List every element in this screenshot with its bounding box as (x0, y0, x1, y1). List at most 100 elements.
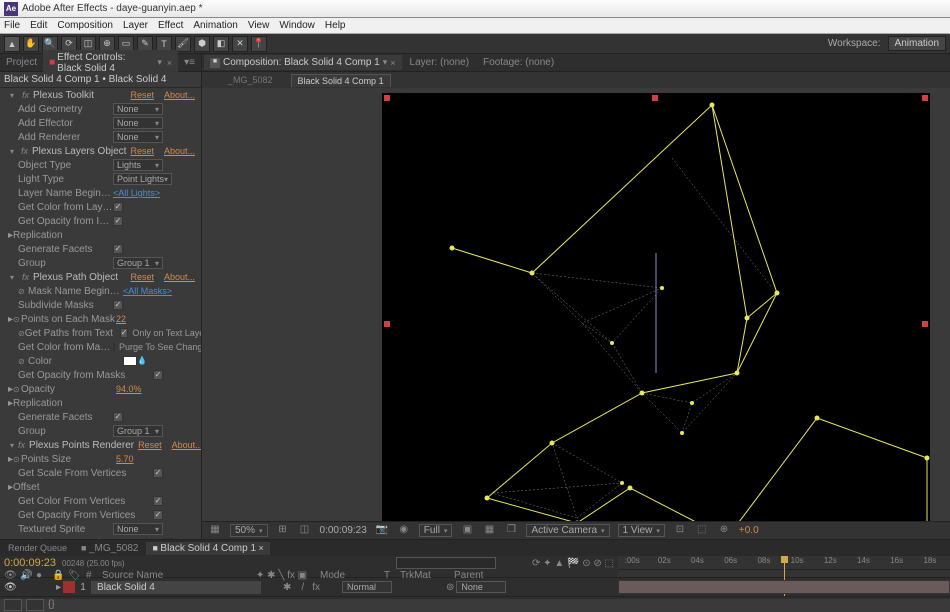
views-dd[interactable]: 1 View (618, 524, 665, 537)
menu-effect[interactable]: Effect (158, 20, 183, 31)
roi-icon[interactable]: ▣ (460, 524, 474, 538)
mask-name-link[interactable]: <All Masks> (123, 286, 172, 296)
project-tab[interactable]: Project (0, 55, 43, 70)
layer-tab[interactable]: Layer: (none) (404, 55, 475, 70)
mask-icon[interactable]: ◫ (298, 524, 312, 538)
menu-layer[interactable]: Layer (123, 20, 148, 31)
selection-tool[interactable]: ▲ (4, 36, 20, 52)
stamp-tool[interactable]: ⬢ (194, 36, 210, 52)
menu-view[interactable]: View (248, 20, 270, 31)
opacity-int-chk[interactable]: ✓ (113, 216, 123, 226)
layer-duration-bar[interactable] (618, 580, 950, 594)
points-val[interactable]: 22 (116, 314, 126, 324)
col-trkmat[interactable]: TrkMat (400, 570, 450, 581)
opacity-masks-chk[interactable]: ✓ (153, 370, 163, 380)
render-queue-tab[interactable]: Render Queue (2, 542, 73, 554)
frame-info: 00248 (25.00 fps) (62, 559, 125, 568)
menu-animation[interactable]: Animation (193, 20, 237, 31)
resolution-dd[interactable]: Full (419, 524, 453, 537)
menu-composition[interactable]: Composition (57, 20, 113, 31)
menubar: File Edit Composition Layer Effect Anima… (0, 18, 950, 34)
plexus-points-header[interactable]: ▾fxPlexus Points RendererResetAbout... (0, 438, 201, 452)
color-verts-chk[interactable]: ✓ (153, 496, 163, 506)
color-layers-chk[interactable]: ✓ (113, 202, 123, 212)
eraser-tool[interactable]: ◧ (213, 36, 229, 52)
left-panel: Project ■Effect Controls: Black Solid 4▾… (0, 54, 202, 539)
transparency-icon[interactable]: ▦ (482, 524, 496, 538)
camera-dd[interactable]: Active Camera (526, 524, 609, 537)
add-effector-dd[interactable]: None (113, 117, 163, 129)
col-source-name[interactable]: Source Name (102, 570, 252, 581)
layer-name[interactable]: Black Solid 4 (91, 581, 261, 594)
layer-color-label[interactable] (63, 581, 75, 593)
3d-icon[interactable]: ❒ (504, 524, 518, 538)
menu-help[interactable]: Help (325, 20, 346, 31)
timecode-display[interactable]: 0:00:09:23 (320, 525, 367, 536)
add-renderer-dd[interactable]: None (113, 131, 163, 143)
hand-tool[interactable]: ✋ (23, 36, 39, 52)
add-effector-label: Add Effector (18, 118, 113, 129)
subtab-bs[interactable]: Black Solid 4 Comp 1 (291, 74, 391, 87)
visibility-toggle[interactable]: 👁 (4, 582, 16, 593)
opacity-val[interactable]: 94.0% (116, 384, 142, 394)
footage-tab[interactable]: Footage: (none) (477, 55, 560, 70)
subtab-mg[interactable]: _MG_5082 (222, 74, 279, 86)
parent-dd[interactable]: None (456, 581, 506, 593)
composition-canvas (382, 93, 930, 521)
current-time[interactable]: 0:00:09:23 (4, 557, 56, 569)
add-geometry-label: Add Geometry (18, 104, 113, 115)
alpha-icon[interactable]: ▦ (208, 524, 222, 538)
composition-tab[interactable]: ■Composition: Black Solid 4 Comp 1▾× (204, 55, 402, 70)
menu-edit[interactable]: Edit (30, 20, 47, 31)
window-titlebar: Ae Adobe After Effects - daye-guanyin.ae… (0, 0, 950, 18)
scale-verts-chk[interactable]: ✓ (153, 468, 163, 478)
col-parent[interactable]: Parent (454, 570, 483, 581)
points-size-val[interactable]: 5.70 (116, 454, 134, 464)
col-mode[interactable]: Mode (320, 570, 380, 581)
workspace-label: Workspace: (828, 38, 881, 49)
plexus-toolkit-header[interactable]: ▾fxPlexus ToolkitResetAbout... (0, 88, 201, 102)
tl-tab-bs[interactable]: ■ Black Solid 4 Comp 1 × (146, 542, 269, 555)
panel-menu-icon[interactable]: ▾≡ (178, 55, 201, 70)
sprite-dd[interactable]: None (113, 523, 163, 535)
timeline-panel: Render Queue ■ _MG_5082 ■ Black Solid 4 … (0, 539, 950, 599)
subdivide-chk[interactable]: ✓ (113, 300, 123, 310)
blend-mode-dd[interactable]: Normal (342, 581, 392, 593)
effects-list: ▾fxPlexus ToolkitResetAbout... Add Geome… (0, 88, 201, 539)
puppet-tool[interactable]: 📍 (251, 36, 267, 52)
group-dd[interactable]: Group 1 (113, 257, 163, 269)
zoom-dd[interactable]: 50% (230, 524, 268, 537)
window-title: Adobe After Effects - daye-guanyin.aep * (22, 3, 203, 14)
opacity-verts-chk[interactable]: ✓ (153, 510, 163, 520)
roto-tool[interactable]: ✕ (232, 36, 248, 52)
safe-zones-icon[interactable]: ⊞ (276, 524, 290, 538)
toggle-modes[interactable] (26, 599, 44, 611)
menu-file[interactable]: File (4, 20, 20, 31)
plexus-path-header[interactable]: ▾fxPlexus Path ObjectResetAbout... (0, 270, 201, 284)
gen-facets-chk[interactable]: ✓ (113, 244, 123, 254)
layer-name-link[interactable]: <All Lights> (113, 188, 160, 198)
color-masks-chk[interactable] (113, 342, 115, 352)
layer-row[interactable]: 👁 ▸ 1 Black Solid 4 ✱/fx Normal ⊚ None (0, 578, 950, 596)
light-type-dd[interactable]: Point Lights (113, 173, 172, 185)
menu-window[interactable]: Window (279, 20, 315, 31)
search-input[interactable] (396, 557, 496, 569)
toggle-switches[interactable] (4, 599, 22, 611)
add-geometry-dd[interactable]: None (113, 103, 163, 115)
persp-aware-chk[interactable]: ✓ (163, 538, 173, 539)
tl-tab-mg[interactable]: ■ _MG_5082 (75, 542, 144, 555)
workspace-dropdown[interactable]: Animation (888, 36, 946, 51)
composition-viewport[interactable] (202, 88, 950, 521)
group-dd2[interactable]: Group 1 (113, 425, 163, 437)
object-type-dd[interactable]: Lights (113, 159, 163, 171)
get-paths-chk[interactable]: ✓ (120, 328, 129, 338)
snapshot-icon[interactable]: 📷 (375, 524, 389, 538)
color-swatch[interactable] (123, 356, 137, 366)
add-renderer-label: Add Renderer (18, 132, 113, 143)
gen-facets-chk2[interactable]: ✓ (113, 412, 123, 422)
eyedropper-icon[interactable]: 💧 (137, 356, 149, 366)
time-ruler[interactable]: :00s 02s 04s 06s 08s 10s 12s 14s 16s 18s (618, 556, 950, 570)
viewport-footer: ▦ 50% ⊞ ◫ 0:00:09:23 📷 ◉ Full ▣ ▦ ❒ Acti… (202, 521, 950, 539)
plexus-layers-header[interactable]: ▾fxPlexus Layers ObjectResetAbout... (0, 144, 201, 158)
exposure-val[interactable]: +0.0 (739, 525, 759, 536)
